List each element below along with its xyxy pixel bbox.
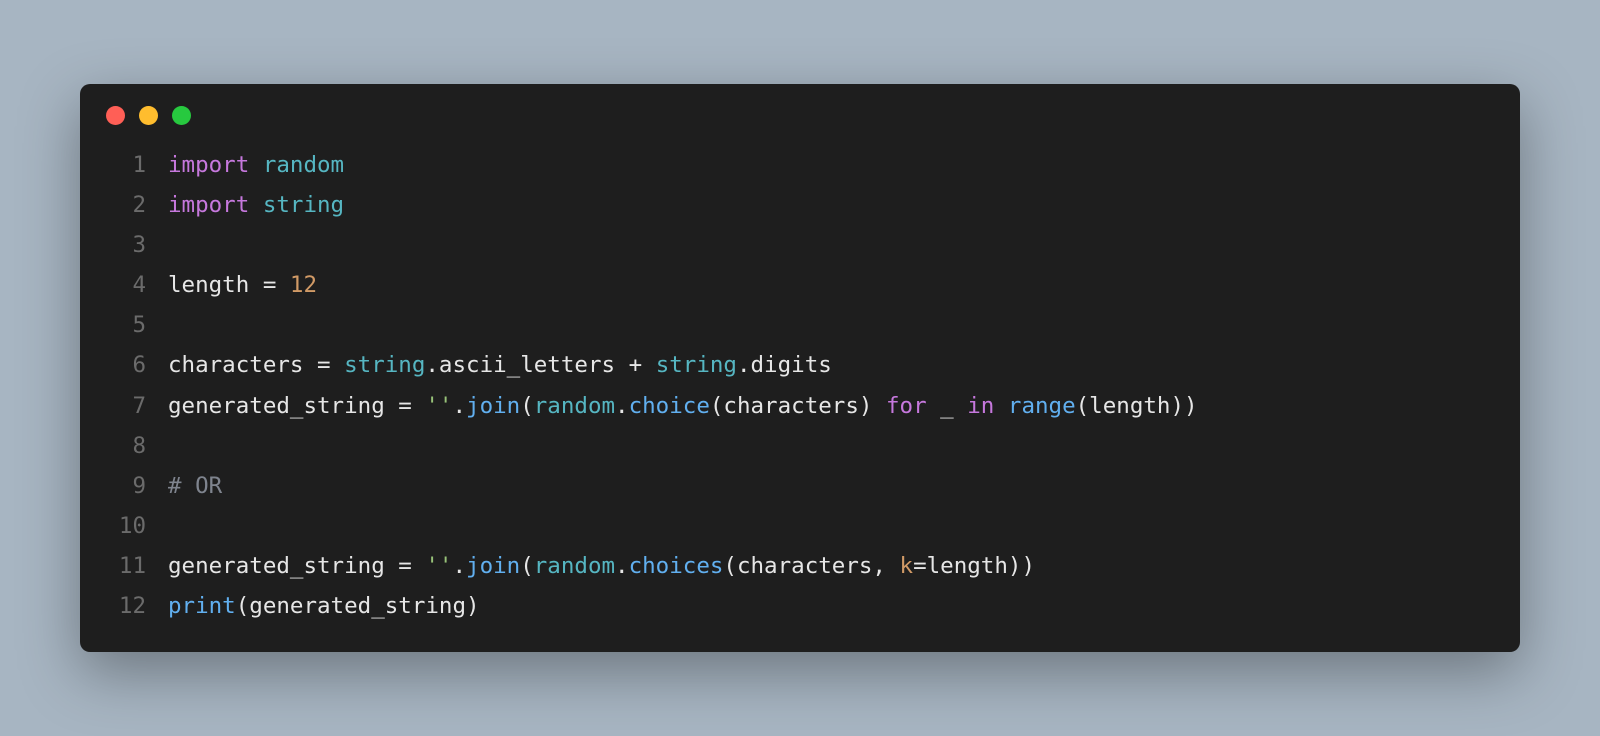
token-op: =	[317, 352, 331, 378]
code-area[interactable]: 1 import random 2 import string 3 4 length = …	[80, 135, 1520, 626]
line-number: 7	[106, 386, 146, 426]
token-fn: choices	[629, 553, 724, 579]
token-ident: length	[168, 272, 263, 298]
token-ident	[642, 352, 656, 378]
token-ident: .ascii_letters	[425, 352, 628, 378]
token-fn: print	[168, 593, 236, 619]
line-number: 12	[106, 586, 146, 626]
code-line[interactable]: 6characters = string.ascii_letters + str…	[106, 345, 1494, 385]
token-ident	[331, 352, 345, 378]
token-ident: _	[927, 393, 968, 419]
code-content[interactable]	[168, 506, 182, 546]
token-ident: (characters)	[710, 393, 886, 419]
token-ident	[276, 272, 290, 298]
code-content[interactable]: length = 12	[168, 265, 317, 305]
code-line[interactable]: 10	[106, 506, 1494, 546]
token-ident: generated_string	[168, 553, 398, 579]
code-line[interactable]: 4 length = 12	[106, 265, 1494, 305]
line-number: 3	[106, 225, 146, 265]
token-cmt: # OR	[168, 473, 222, 499]
token-op: =	[398, 393, 412, 419]
line-number: 11	[106, 546, 146, 586]
code-content[interactable]: # OR	[168, 466, 222, 506]
token-mod: random	[534, 393, 615, 419]
token-mod: string	[656, 352, 737, 378]
line-number: 8	[106, 426, 146, 466]
token-ident: =length))	[913, 553, 1035, 579]
token-kw: in	[967, 393, 994, 419]
token-fn: join	[466, 393, 520, 419]
code-content[interactable]	[168, 225, 182, 265]
line-number: 4	[106, 265, 146, 305]
token-ident: .	[615, 553, 629, 579]
line-number: 9	[106, 466, 146, 506]
token-str: ''	[425, 553, 452, 579]
code-content[interactable]: import string	[168, 185, 344, 225]
token-param: k	[900, 553, 914, 579]
code-line[interactable]: 11generated_string = ''.join(random.choi…	[106, 546, 1494, 586]
maximize-icon[interactable]	[172, 106, 191, 125]
token-ident: .	[452, 553, 466, 579]
token-op: +	[629, 352, 643, 378]
token-ident	[412, 553, 426, 579]
code-content[interactable]	[168, 426, 182, 466]
code-line[interactable]: 5	[106, 305, 1494, 345]
line-number: 6	[106, 345, 146, 385]
token-ident	[412, 393, 426, 419]
token-paren: (	[520, 393, 534, 419]
token-ident	[994, 393, 1008, 419]
token-op: =	[398, 553, 412, 579]
editor-window: 1 import random 2 import string 3 4 length = …	[80, 84, 1520, 652]
minimize-icon[interactable]	[139, 106, 158, 125]
token-mod: string	[344, 352, 425, 378]
token-fn: join	[466, 553, 520, 579]
token-ident	[249, 192, 263, 218]
line-number: 1	[106, 145, 146, 185]
token-str: ''	[425, 393, 452, 419]
token-ident: characters	[168, 352, 317, 378]
code-line[interactable]: 1 import random	[106, 145, 1494, 185]
token-ident: generated_string	[168, 393, 398, 419]
token-mod: random	[263, 152, 344, 178]
line-number: 10	[106, 506, 146, 546]
code-line[interactable]: 7generated_string = ''.join(random.choic…	[106, 386, 1494, 426]
token-fn: choice	[629, 393, 710, 419]
token-mod: random	[534, 553, 615, 579]
token-ident: .	[452, 393, 466, 419]
token-paren: (	[520, 553, 534, 579]
code-content[interactable]: import random	[168, 145, 344, 185]
code-line[interactable]: 2 import string	[106, 185, 1494, 225]
token-kw: import	[168, 152, 249, 178]
token-op: =	[263, 272, 277, 298]
token-num: 12	[290, 272, 317, 298]
code-content[interactable]: generated_string = ''.join(random.choice…	[168, 546, 1035, 586]
code-content[interactable]: generated_string = ''.join(random.choice…	[168, 386, 1198, 426]
token-ident: (generated_string)	[236, 593, 480, 619]
titlebar	[80, 84, 1520, 135]
token-kw: import	[168, 192, 249, 218]
code-content[interactable]: characters = string.ascii_letters + stri…	[168, 345, 832, 385]
code-line[interactable]: 12 print(generated_string)	[106, 586, 1494, 626]
token-kw: for	[886, 393, 927, 419]
line-number: 5	[106, 305, 146, 345]
token-ident: (length))	[1076, 393, 1198, 419]
code-line[interactable]: 9 # OR	[106, 466, 1494, 506]
token-mod: string	[263, 192, 344, 218]
line-number: 2	[106, 185, 146, 225]
code-content[interactable]: print(generated_string)	[168, 586, 480, 626]
token-ident	[249, 152, 263, 178]
token-ident: .	[615, 393, 629, 419]
close-icon[interactable]	[106, 106, 125, 125]
token-fn: range	[1008, 393, 1076, 419]
token-ident: (characters,	[723, 553, 899, 579]
code-line[interactable]: 8	[106, 426, 1494, 466]
token-ident: .digits	[737, 352, 832, 378]
code-line[interactable]: 3	[106, 225, 1494, 265]
code-content[interactable]	[168, 305, 182, 345]
